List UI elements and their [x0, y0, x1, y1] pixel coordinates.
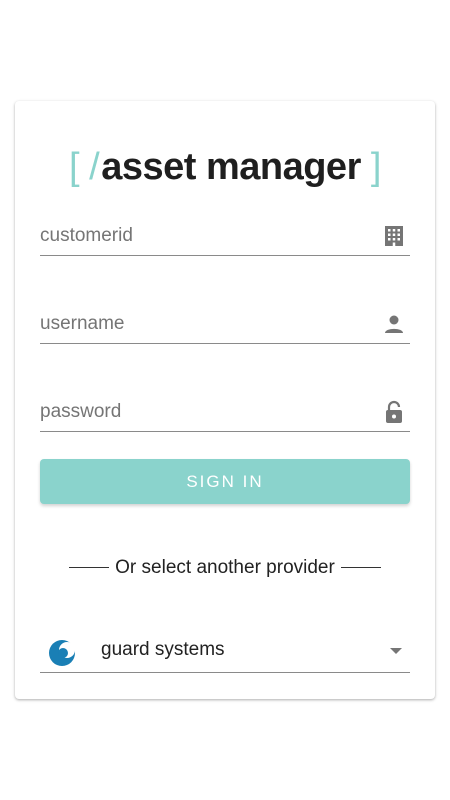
customerid-input[interactable] — [40, 219, 370, 253]
divider-line-left — [69, 567, 110, 569]
app-logo: [ /asset manager ] — [15, 141, 435, 193]
person-icon — [385, 315, 403, 333]
caret-down-icon[interactable] — [390, 648, 402, 654]
logo-slash: / — [89, 146, 100, 188]
username-field-wrapper — [40, 307, 410, 344]
username-input[interactable] — [40, 307, 370, 341]
divider-line-right — [340, 567, 381, 569]
provider-logo — [49, 640, 75, 666]
building-icon — [385, 226, 403, 246]
provider-select[interactable]: guard systems — [40, 631, 410, 673]
divider-text: Or select another provider — [115, 557, 335, 578]
provider-divider: Or select another provider — [15, 556, 435, 580]
customerid-field-wrapper — [40, 219, 410, 256]
lock-icon — [386, 400, 402, 423]
login-card: [ /asset manager ] customerid username S… — [15, 101, 435, 699]
password-field-wrapper — [40, 395, 410, 432]
logo-bracket-close: ] — [370, 146, 382, 188]
sign-in-button[interactable]: SIGN IN — [40, 459, 410, 504]
provider-selected-label: guard systems — [101, 639, 225, 660]
password-input[interactable] — [40, 395, 370, 429]
logo-name: asset manager — [101, 146, 361, 188]
logo-bracket-open: [ — [69, 146, 80, 188]
